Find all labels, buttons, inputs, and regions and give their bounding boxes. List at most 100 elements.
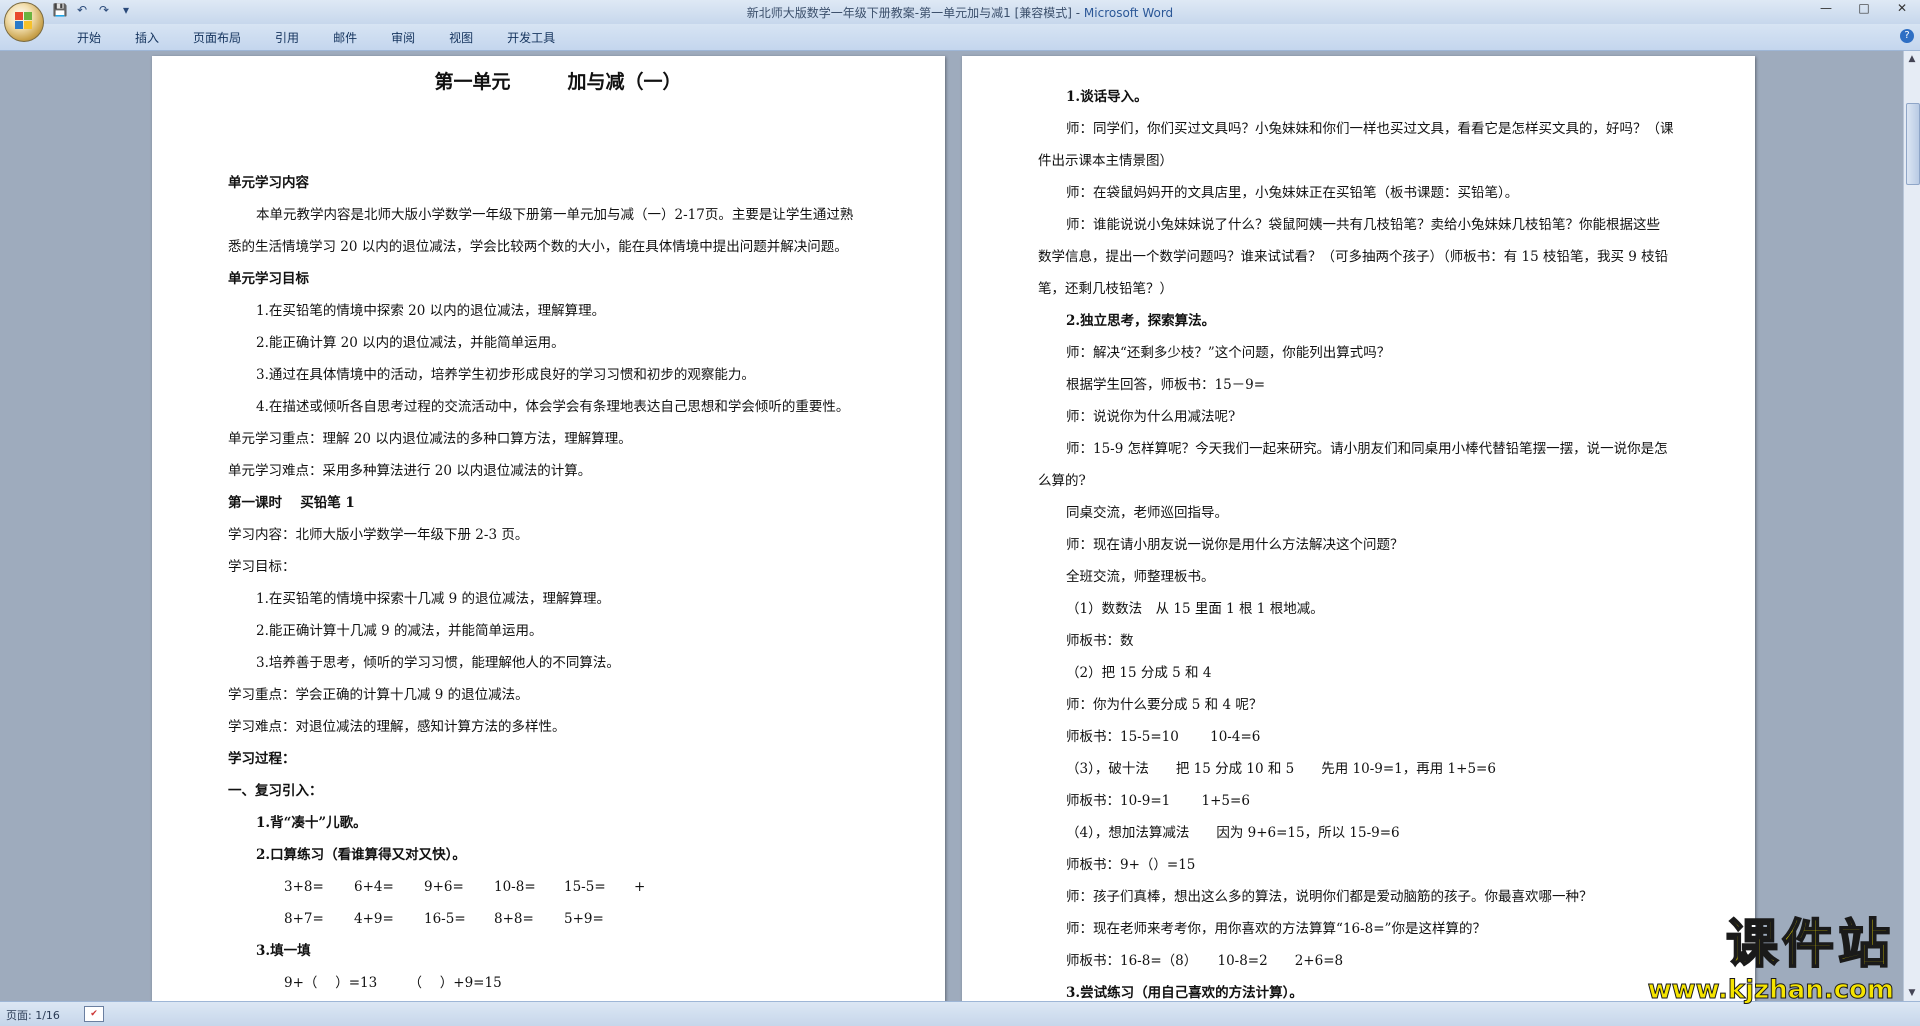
paragraph-line: 3.尝试练习（用自己喜欢的方法计算）。 bbox=[1066, 985, 1303, 1001]
ribbon-tab[interactable]: 开发工具 bbox=[490, 29, 572, 46]
minimize-button[interactable]: — bbox=[1812, 1, 1840, 15]
ribbon-tab[interactable]: 页面布局 bbox=[176, 29, 258, 46]
arithmetic-item: 15-5= bbox=[564, 879, 606, 895]
page-count[interactable]: 页面: 1/16 bbox=[6, 1007, 60, 1023]
paragraph-line: 2.能正确计算十几减 9 的减法，并能简单运用。 bbox=[256, 623, 543, 639]
ribbon-tab[interactable]: 开始 bbox=[60, 29, 118, 46]
arithmetic-item: 5+9= bbox=[564, 911, 604, 927]
paragraph-line: 师板书：10-9=1 1+5=6 bbox=[1066, 793, 1250, 809]
window-controls: — □ ✕ bbox=[1812, 1, 1916, 15]
close-button[interactable]: ✕ bbox=[1888, 1, 1916, 15]
paragraph-line: 学习难点：对退位减法的理解，感知计算方法的多样性。 bbox=[228, 719, 566, 735]
paragraph-line: 1.背“凑十”儿歌。 bbox=[256, 815, 367, 831]
document-page-1[interactable]: 第一单元 加与减（一） 单元学习内容本单元教学内容是北师大版小学数学一年级下册第… bbox=[152, 56, 945, 1001]
paragraph-line: 师板书：16-8=（8） 10-8=2 2+6=8 bbox=[1066, 953, 1344, 969]
paragraph-line: 同桌交流，老师巡回指导。 bbox=[1066, 505, 1228, 521]
ribbon-tab[interactable]: 视图 bbox=[432, 29, 490, 46]
paragraph-line: 师板书：15-5=10 10-4=6 bbox=[1066, 729, 1261, 745]
maximize-button[interactable]: □ bbox=[1850, 1, 1878, 15]
paragraph-line: 单元学习内容 bbox=[228, 175, 309, 191]
paragraph-line: 件出示课本主情景图） bbox=[1038, 153, 1173, 169]
paragraph-line: 3.培养善于思考，倾听的学习习惯，能理解他人的不同算法。 bbox=[256, 655, 620, 671]
proofing-icon[interactable]: ✔ bbox=[84, 1006, 104, 1022]
title-bar: 💾 ↶ ↷ ▾ 新北师大版数学一年级下册教案-第一单元加与减1 [兼容模式] -… bbox=[0, 0, 1920, 24]
paragraph-line: 学习内容：北师大版小学数学一年级下册 2-3 页。 bbox=[228, 527, 529, 543]
paragraph-line: 学习重点：学会正确的计算十几减 9 的退位减法。 bbox=[228, 687, 529, 703]
paragraph-line: 师：谁能说说小兔妹妹说了什么？袋鼠阿姨一共有几枝铅笔？卖给小兔妹妹几枝铅笔？你能… bbox=[1066, 217, 1660, 233]
ribbon-tab-bar: 开始 插入 页面布局 引用 邮件 审阅 视图 开发工具 ? bbox=[0, 24, 1920, 51]
paragraph-line: 么算的? bbox=[1038, 473, 1086, 489]
paragraph-line: 第一课时 买铅笔 1 bbox=[228, 495, 355, 511]
status-bar: 页面: 1/16 ✔ bbox=[0, 1001, 1920, 1026]
paragraph-line: 笔，还剩几枝铅笔？） bbox=[1038, 281, 1173, 297]
watermark-text: 课件站 bbox=[1725, 914, 1894, 976]
paragraph-line: 师板书：9+（）=15 bbox=[1066, 857, 1196, 873]
blank-paragraph bbox=[228, 135, 888, 167]
ribbon-tab[interactable]: 引用 bbox=[258, 29, 316, 46]
paragraph-line: 本单元教学内容是北师大版小学数学一年级下册第一单元加与减（一）2-17页。主要是… bbox=[256, 207, 854, 223]
arithmetic-item: 4+9= bbox=[354, 911, 394, 927]
office-button[interactable] bbox=[4, 2, 44, 42]
paragraph-line: 师板书：数 bbox=[1066, 633, 1134, 649]
paragraph-line: 2.独立思考，探索算法。 bbox=[1066, 313, 1216, 329]
arithmetic-item: 8+8= bbox=[494, 911, 534, 927]
unit-title: 第一单元 加与减（一） bbox=[434, 71, 682, 93]
arithmetic-item: 8+7= bbox=[284, 911, 324, 927]
paragraph-line: 师：你为什么要分成 5 和 4 呢？ bbox=[1066, 697, 1263, 713]
paragraph-line: 师：解决“还剩多少枝？”这个问题，你能列出算式吗？ bbox=[1066, 345, 1391, 361]
window-title: 新北师大版数学一年级下册教案-第一单元加与减1 [兼容模式] - Microso… bbox=[0, 4, 1920, 21]
arithmetic-row: 8+7= 4+9= 16-5= 8+8= 5+9= bbox=[228, 903, 888, 935]
paragraph-line: 1.谈话导入。 bbox=[1066, 89, 1148, 105]
scroll-down-icon[interactable]: ▼ bbox=[1904, 985, 1920, 1001]
paragraph-line: （4），想加法算减法 因为 9+6=15，所以 15-9=6 bbox=[1066, 825, 1400, 841]
paragraph-line: （3），破十法 把 15 分成 10 和 5 先用 10-9=1，再用 1+5=… bbox=[1066, 761, 1496, 777]
arithmetic-item: 3+8= bbox=[284, 879, 324, 895]
arithmetic-item: + bbox=[634, 879, 646, 895]
vertical-scrollbar[interactable]: ▲ ▼ bbox=[1903, 51, 1920, 1001]
paragraph-line: 师：说说你为什么用减法呢? bbox=[1066, 409, 1236, 425]
document-title: 新北师大版数学一年级下册教案-第一单元加与减1 [兼容模式] - bbox=[746, 6, 1084, 20]
paragraph-line: 学习过程： bbox=[228, 751, 296, 767]
page-2-content: 1.谈话导入。师：同学们，你们买过文具吗？小兔妹妹和你们一样也买过文具，看看它是… bbox=[1038, 81, 1698, 1001]
paragraph-line: 师：现在老师来考考你，用你喜欢的方法算算“16-8=”你是这样算的？ bbox=[1066, 921, 1486, 937]
document-page-2[interactable]: 1.谈话导入。师：同学们，你们买过文具吗？小兔妹妹和你们一样也买过文具，看看它是… bbox=[962, 56, 1755, 1001]
app-name: Microsoft Word bbox=[1083, 6, 1174, 20]
ribbon-tabs: 开始 插入 页面布局 引用 邮件 审阅 视图 开发工具 bbox=[60, 29, 572, 46]
paragraph-line: 2.口算练习（看谁算得又对又快）。 bbox=[256, 847, 466, 863]
paragraph-line: 师：在袋鼠妈妈开的文具店里，小兔妹妹正在买铅笔（板书课题：买铅笔）。 bbox=[1066, 185, 1519, 201]
paragraph-line: （1）数数法 从 15 里面 1 根 1 根地减。 bbox=[1066, 601, 1324, 617]
paragraph-line: 单元学习目标 bbox=[228, 271, 309, 287]
document-area[interactable]: 第一单元 加与减（一） 单元学习内容本单元教学内容是北师大版小学数学一年级下册第… bbox=[0, 51, 1904, 1001]
paragraph-line: 3.填一填 bbox=[256, 943, 311, 959]
paragraph-line: 悉的生活情境学习 20 以内的退位减法，学会比较两个数的大小，能在具体情境中提出… bbox=[228, 239, 848, 255]
paragraph-line: 师：同学们，你们买过文具吗？小兔妹妹和你们一样也买过文具，看看它是怎样买文具的，… bbox=[1066, 121, 1674, 137]
ribbon-tab[interactable]: 插入 bbox=[118, 29, 176, 46]
help-icon[interactable]: ? bbox=[1900, 29, 1914, 43]
paragraph-line: 3.通过在具体情境中的活动，培养学生初步形成良好的学习习惯和初步的观察能力。 bbox=[256, 367, 755, 383]
paragraph-line: 单元学习难点：采用多种算法进行 20 以内退位减法的计算。 bbox=[228, 463, 592, 479]
paragraph-line: 2.能正确计算 20 以内的退位减法，并能简单运用。 bbox=[256, 335, 565, 351]
scroll-thumb[interactable] bbox=[1906, 103, 1920, 185]
paragraph-line: 数学信息，提出一个数学问题吗？谁来试试看？（可多抽两个孩子）（师板书：有 15 … bbox=[1038, 249, 1669, 265]
arithmetic-item: 16-5= bbox=[424, 911, 466, 927]
arithmetic-row: 3+8= 6+4= 9+6= 10-8= 15-5= + bbox=[228, 871, 888, 903]
arithmetic-item: 9+6= bbox=[424, 879, 464, 895]
paragraph-line: 一、复习引入： bbox=[228, 783, 323, 799]
scroll-up-icon[interactable]: ▲ bbox=[1904, 51, 1920, 67]
ribbon-tab[interactable]: 邮件 bbox=[316, 29, 374, 46]
paragraph-line: 单元学习重点：理解 20 以内退位减法的多种口算方法，理解算理。 bbox=[228, 431, 632, 447]
paragraph-line: （2）把 15 分成 5 和 4 bbox=[1066, 665, 1212, 681]
paragraph-line: 学习目标： bbox=[228, 559, 296, 575]
watermark: 课件站 www.kjzhan.com bbox=[1647, 914, 1894, 1006]
paragraph-line: 1.在买铅笔的情境中探索 20 以内的退位减法，理解算理。 bbox=[256, 303, 606, 319]
paragraph-line: 根据学生回答，师板书：15－9= bbox=[1066, 377, 1266, 393]
office-logo-icon bbox=[15, 12, 33, 30]
page-1-content: 第一单元 加与减（一） 单元学习内容本单元教学内容是北师大版小学数学一年级下册第… bbox=[228, 61, 888, 1001]
ribbon-tab[interactable]: 审阅 bbox=[374, 29, 432, 46]
paragraph-line: 师：15-9 怎样算呢？今天我们一起来研究。请小朋友们和同桌用小棒代替铅笔摆一摆… bbox=[1066, 441, 1668, 457]
paragraph-line: 师：现在请小朋友说一说你是用什么方法解决这个问题？ bbox=[1066, 537, 1404, 553]
blank-paragraph bbox=[228, 103, 888, 135]
paragraph-line: 全班交流，师整理板书。 bbox=[1066, 569, 1215, 585]
paragraph-line: 4.在描述或倾听各自思考过程的交流活动中，体会学会有条理地表达自己思想和学会倾听… bbox=[256, 399, 850, 415]
paragraph-line: 师：孩子们真棒，想出这么多的算法，说明你们都是爱动脑筋的孩子。你最喜欢哪一种？ bbox=[1066, 889, 1593, 905]
